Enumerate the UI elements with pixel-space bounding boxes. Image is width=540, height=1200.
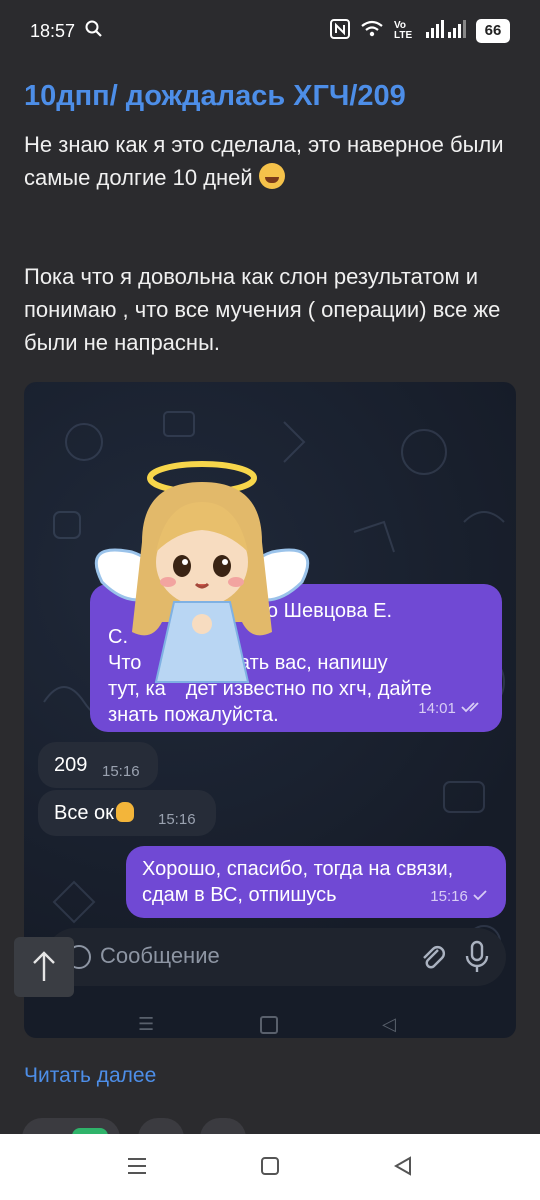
- check-icon: [473, 890, 487, 901]
- post-title: 10дпп/ дождалась ХГЧ/209: [24, 80, 406, 112]
- double-check-icon: [461, 702, 479, 713]
- post-paragraph: Не знаю как я это сделала, это наверное …: [24, 128, 516, 194]
- status-bar: 18:57 Vo LTE 66: [0, 0, 540, 62]
- screenshot-nav-bar: ☰ ◁: [24, 1014, 516, 1038]
- scroll-to-top-button[interactable]: [14, 937, 74, 997]
- angel-sticker: [94, 461, 310, 683]
- message-text: Все ок: [54, 802, 114, 824]
- time-text: 14:01: [418, 700, 456, 717]
- signal-icon: [426, 20, 466, 42]
- message-composer: Сообщение: [46, 928, 506, 986]
- system-nav-bar: [0, 1134, 540, 1200]
- back-icon: ◁: [382, 1014, 396, 1034]
- message-line: Хорошо, спасибо, тогда на связи,: [142, 858, 454, 880]
- ok-hand-emoji: [115, 802, 134, 822]
- message-input-placeholder: Сообщение: [100, 943, 220, 968]
- search-icon: [85, 20, 103, 43]
- post-paragraph: Пока что я довольна как слон результатом…: [24, 264, 501, 355]
- arrow-up-icon: [33, 951, 55, 981]
- wifi-icon: [360, 20, 384, 42]
- message-time: 15:16: [430, 884, 488, 910]
- nfc-icon: [330, 19, 350, 43]
- read-more-link[interactable]: Читать далее: [24, 1064, 156, 1088]
- mic-icon: [465, 940, 489, 972]
- chat-screenshot-image[interactable]: то Шевцова Е. С. Что лекать вас, напишу …: [24, 382, 516, 1038]
- message-time: 15:16: [158, 811, 196, 828]
- battery-icon: 66: [476, 19, 510, 43]
- paperclip-icon: [423, 946, 445, 969]
- chat-message-incoming: Все ок 15:16: [38, 790, 216, 836]
- message-time: 14:01: [418, 696, 484, 722]
- message-time: 15:16: [102, 763, 140, 780]
- status-time: 18:57: [30, 20, 76, 41]
- chat-message-outgoing: Хорошо, спасибо, тогда на связи, сдам в …: [126, 846, 506, 918]
- menu-icon[interactable]: [126, 1155, 148, 1177]
- laughing-emoji: [258, 163, 285, 189]
- message-text: 209: [54, 754, 88, 776]
- back-icon[interactable]: [392, 1155, 414, 1177]
- network-label: Vo LTE: [394, 20, 413, 41]
- home-icon: [260, 1016, 278, 1034]
- menu-icon: ☰: [138, 1014, 155, 1034]
- home-icon[interactable]: [259, 1155, 281, 1177]
- time-text: 15:16: [430, 888, 468, 905]
- post-body: Не знаю как я это сделала, это наверное …: [24, 128, 516, 359]
- chat-message-incoming: 209 15:16: [38, 742, 158, 788]
